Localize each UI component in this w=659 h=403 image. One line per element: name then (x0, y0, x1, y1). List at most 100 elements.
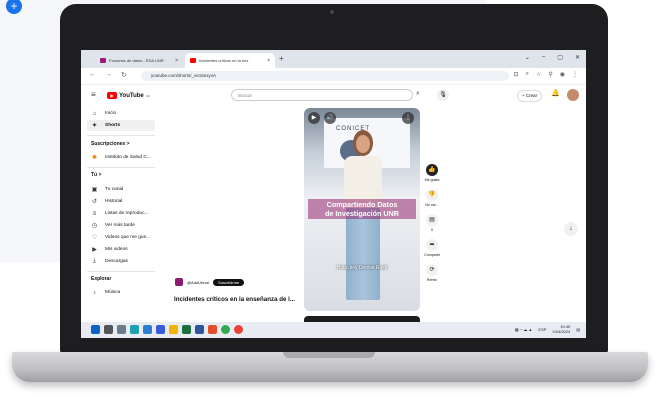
close-tab-icon[interactable]: × (267, 58, 270, 64)
video-icon: ▶ (92, 247, 97, 253)
forward-icon[interactable]: → (105, 71, 112, 79)
youtube-logo[interactable]: ▶ YouTube AR (107, 92, 150, 99)
minimize-icon[interactable]: – (542, 54, 545, 61)
channel-name[interactable]: @AddUbrari (187, 280, 209, 285)
sidebar-item-history[interactable]: ↺ Historial (87, 196, 155, 207)
laptop-screen: Fomones de datos - RDA UNR × Incidentes … (81, 50, 586, 338)
like-button[interactable]: 👍 Me gusta (421, 164, 443, 182)
zoom-icon[interactable]: ⌕ (526, 71, 529, 78)
search-input[interactable]: Buscar (231, 89, 413, 101)
sidebar-item-watch-later[interactable]: ◷ Ver más tarde (87, 220, 155, 231)
sidebar-item-my-videos[interactable]: ▶ Mis videos (87, 244, 155, 255)
video-title[interactable]: Incidentes críticos en la enseñanza de l… (174, 296, 302, 303)
action-label: Remix (426, 278, 438, 282)
sidebar-item-subscription[interactable]: ✺ Instituto de Salud C... (87, 152, 155, 163)
close-tab-icon[interactable]: × (175, 58, 178, 64)
action-label: Me gusta (424, 178, 440, 182)
dislike-button[interactable]: 👎 No me... (421, 189, 443, 207)
action-label: 0 (431, 228, 433, 232)
sidebar-item-downloads[interactable]: ⤓ Descargas (87, 256, 155, 267)
sidebar-item-liked-videos[interactable]: ♡ Videos que me gus... (87, 232, 155, 243)
video-overlay-title: Compartiendo Datos de Investigación UNR (308, 199, 416, 219)
clock-icon: ◷ (91, 223, 98, 229)
new-tab-button[interactable]: + (279, 54, 284, 63)
clock[interactable]: 19:40 24/4/2024 (552, 324, 570, 334)
subscriptions-heading[interactable]: Suscripciones > (91, 141, 130, 147)
menu-dots-icon[interactable]: ⋮ (572, 71, 578, 78)
extensions-icon[interactable]: ⚲ (548, 71, 552, 78)
start-windows-icon[interactable] (91, 325, 100, 334)
chrome-profile-icon[interactable] (234, 325, 243, 334)
thumbs-up-icon: 👍 (426, 164, 438, 176)
history-icon: ↺ (91, 199, 98, 205)
excel-icon[interactable] (182, 325, 191, 334)
remix-button[interactable]: ⟳ Remix (421, 264, 443, 282)
install-icon[interactable]: ⊡ (514, 71, 519, 78)
close-window-icon[interactable]: ✕ (575, 54, 580, 61)
subscribe-button[interactable]: Suscribirme (213, 278, 245, 286)
nav-buttons: ← → ↻ (89, 71, 127, 79)
browser-tab-active[interactable]: Incidentes críticos en la ens × (185, 53, 275, 68)
sidebar-item-shorts[interactable]: ✦ Shorts (87, 120, 155, 131)
url-field[interactable]: youtube.com/shorts/_ve16nxyvA (141, 71, 509, 81)
task-view-icon[interactable] (117, 325, 126, 334)
bookmark-star-icon[interactable]: ☆ (536, 71, 541, 78)
presenter-jeans (346, 208, 380, 300)
action-label: Compartir (424, 253, 440, 257)
tab-search-icon[interactable]: ⌄ (525, 54, 530, 61)
word-icon[interactable] (195, 325, 204, 334)
account-avatar[interactable] (567, 89, 579, 101)
more-options-icon[interactable]: ⋮ (402, 112, 414, 124)
system-tray: ▦ ◔ ☁ ▲ ESP 19:40 24/4/2024 ▤ (515, 324, 580, 334)
browser-tab[interactable]: Fomones de datos - RDA UNR × (95, 53, 183, 68)
sidebar-item-label: Mis videos (105, 247, 128, 252)
channel-avatar[interactable] (175, 278, 183, 286)
play-icon[interactable]: ▶ (308, 112, 320, 124)
shorts-icon: ✦ (91, 123, 98, 129)
tablet-device: + (0, 0, 487, 262)
search-icon[interactable]: ⌕ (416, 90, 420, 98)
sidebar-item-label: Videos que me gus... (105, 235, 150, 240)
create-button[interactable]: + Crear (517, 90, 543, 102)
tray-icons[interactable]: ▦ ◔ ☁ ▲ (515, 327, 533, 332)
share-icon: ➦ (426, 239, 438, 251)
overlay-line-2: de Investigación UNR (325, 209, 399, 218)
sidebar-item-label: Instituto de Salud C... (105, 155, 151, 160)
overlay-line-1: Compartiendo Datos (326, 200, 398, 209)
sidebar-item-label: Shorts (105, 123, 121, 128)
microphone-icon[interactable]: 🎙 (437, 89, 449, 101)
notifications-bell-icon[interactable]: 🔔 (551, 89, 560, 97)
teams-icon[interactable] (156, 325, 165, 334)
sidebar-item-label: Descargas (105, 259, 128, 264)
taskbar-apps (91, 325, 243, 334)
volume-icon[interactable]: 🔊 (324, 112, 336, 124)
sidebar-item-playlists[interactable]: ≡ Listas de reproduc... (87, 208, 155, 219)
shorts-video-player[interactable]: CONICET Compartiendo Datos de Investigac… (304, 108, 420, 311)
chrome-icon[interactable] (221, 325, 230, 334)
search-icon[interactable] (104, 325, 113, 334)
file-explorer-icon[interactable] (169, 325, 178, 334)
next-video-arrow-icon[interactable]: ↓ (564, 222, 578, 236)
you-heading[interactable]: Tú > (91, 172, 101, 178)
mail-icon[interactable] (143, 325, 152, 334)
reload-icon[interactable]: ↻ (121, 71, 127, 79)
language-indicator[interactable]: ESP (538, 327, 546, 332)
share-button[interactable]: ➦ Compartir (421, 239, 443, 257)
notifications-icon[interactable]: ▤ (576, 327, 580, 332)
maximize-icon[interactable]: ▢ (557, 54, 563, 61)
logo-text: YouTube (119, 92, 144, 99)
back-icon[interactable]: ← (89, 71, 96, 79)
sidebar-item-your-channel[interactable]: ▣ Tu canal (87, 184, 155, 195)
channel-icon: ✺ (91, 155, 98, 161)
hamburger-menu-icon[interactable]: ≡ (91, 90, 96, 99)
youtube-play-icon: ▶ (107, 92, 117, 99)
profile-icon[interactable]: ◉ (560, 71, 565, 78)
sidebar-item-music[interactable]: ♪ Música (87, 287, 155, 298)
home-icon: ⌂ (92, 110, 97, 117)
comments-button[interactable]: ▤ 0 (421, 214, 443, 232)
app-icon[interactable] (208, 325, 217, 334)
music-icon: ♪ (93, 289, 96, 296)
edge-icon[interactable] (130, 325, 139, 334)
sidebar-divider (87, 135, 155, 136)
sidebar-item-home[interactable]: ⌂ Inicio (87, 108, 155, 119)
